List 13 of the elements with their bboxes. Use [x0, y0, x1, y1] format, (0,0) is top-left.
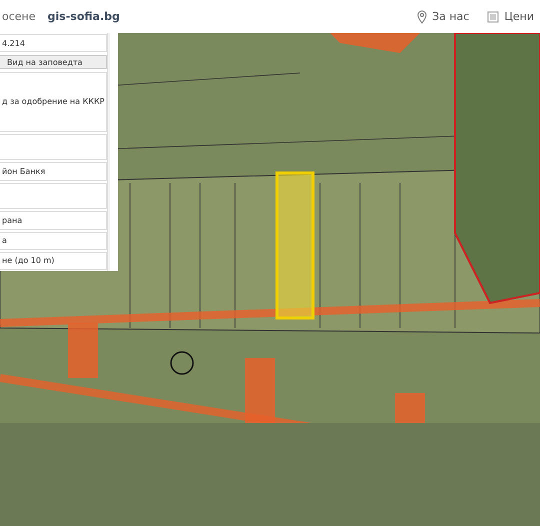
document-icon [487, 10, 500, 22]
nav-link[interactable]: Цени [487, 10, 534, 23]
location-pin-icon [417, 10, 428, 24]
site-link[interactable]: gis-sofia.bg [48, 10, 120, 23]
info-field: рана [0, 211, 108, 230]
nav-text: осене [2, 10, 36, 23]
info-field: а [0, 232, 108, 250]
nav-link[interactable]: За нас [417, 10, 470, 24]
scrollbar[interactable] [107, 33, 110, 271]
info-field: не (до 10 m) [0, 252, 108, 270]
view-order-button[interactable]: Вид на заповедта [0, 55, 108, 69]
info-field: йон Банкя [0, 162, 108, 181]
info-field: 4.214 [0, 34, 108, 52]
